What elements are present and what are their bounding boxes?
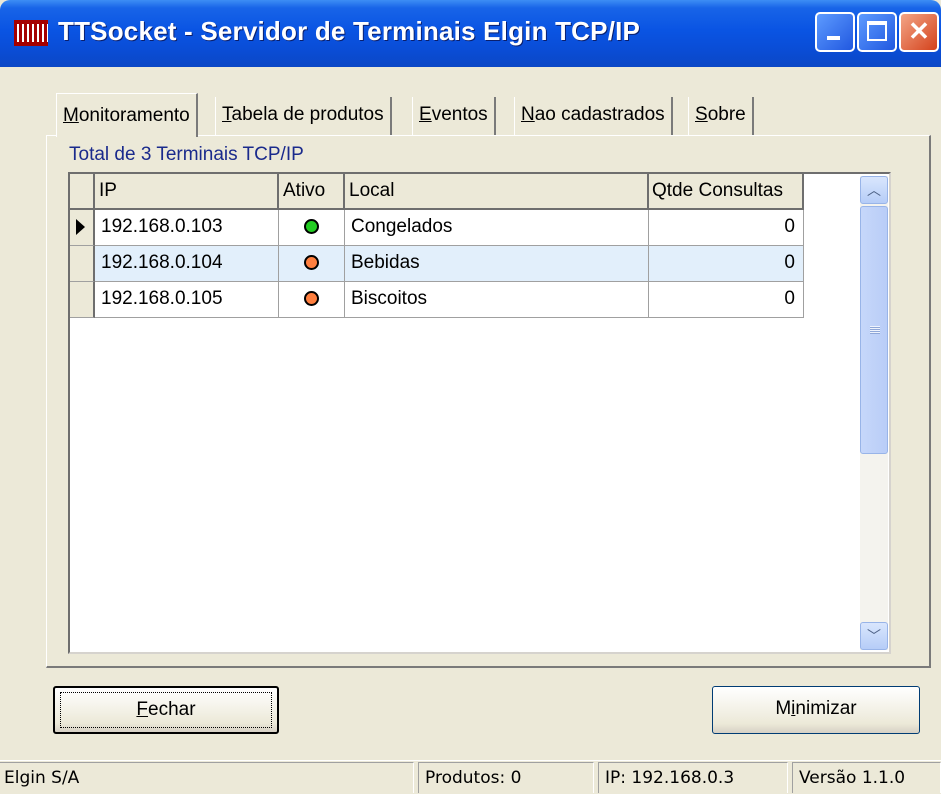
tab-label-accesskey: S [695, 104, 708, 125]
qtde-consultas-cell[interactable]: 0 [649, 210, 804, 246]
minimize-window-button[interactable] [815, 12, 855, 52]
ip-cell[interactable]: 192.168.0.104 [95, 246, 279, 282]
maximize-window-button[interactable] [857, 12, 897, 52]
qtde-consultas-cell[interactable]: 0 [649, 282, 804, 318]
status-version: Versão 1.1.0 [792, 762, 941, 793]
chevron-down-icon: ﹀ [867, 628, 881, 644]
tab-nao-cadastrados[interactable]: Nao cadastrados [514, 97, 673, 135]
ip-cell[interactable]: 192.168.0.103 [95, 210, 279, 246]
scroll-down-button[interactable]: ﹀ [860, 622, 888, 650]
column-header-ativo[interactable]: Ativo [279, 174, 345, 210]
focus-rectangle [60, 692, 272, 728]
ativo-cell[interactable] [279, 210, 345, 246]
button-label: nimizar [795, 698, 857, 719]
ativo-cell[interactable] [279, 282, 345, 318]
chevron-up-icon: ︿ [867, 182, 881, 198]
local-cell[interactable]: Biscoitos [345, 282, 649, 318]
tab-label: abela de produtos [231, 104, 384, 125]
tab-label: ao cadastrados [534, 104, 665, 125]
ativo-cell[interactable] [279, 246, 345, 282]
tab-label: onitoramento [78, 105, 190, 126]
scroll-thumb[interactable] [860, 206, 888, 454]
status-products: Produtos: 0 [418, 762, 594, 793]
minimizar-button[interactable]: Minimizar [712, 686, 920, 734]
button-label: M [775, 698, 792, 719]
tab-label-accesskey: M [63, 105, 79, 126]
tab-sobre[interactable]: Sobre [688, 97, 754, 135]
row-indicator[interactable] [70, 210, 95, 246]
ip-cell[interactable]: 192.168.0.105 [95, 282, 279, 318]
grip-icon [870, 326, 880, 334]
tab-label: ventos [431, 104, 488, 125]
close-icon: ✕ [908, 16, 930, 46]
window-title: TTSocket - Servidor de Terminais Elgin T… [58, 16, 641, 46]
terminal-count-label: Total de 3 Terminais TCP/IP [69, 144, 304, 165]
tab-label-accesskey: N [521, 104, 535, 125]
local-cell[interactable]: Congelados [345, 210, 649, 246]
tab-label-accesskey: T [222, 104, 232, 125]
column-header-qtde-consultas[interactable]: Qtde Consultas [649, 174, 804, 210]
scroll-up-button[interactable]: ︿ [860, 176, 888, 204]
current-row-arrow-icon [76, 219, 85, 235]
minimize-icon [827, 36, 840, 40]
tab-tabela-de-produtos[interactable]: Tabela de produtos [215, 97, 392, 135]
vertical-scrollbar[interactable]: ︿ ﹀ [860, 176, 888, 650]
tab-eventos[interactable]: Eventos [412, 97, 496, 135]
status-ip: IP: 192.168.0.3 [598, 762, 788, 793]
row-indicator[interactable] [70, 282, 95, 318]
tab-monitoramento[interactable]: Monitoramento [56, 93, 198, 137]
status-company: Elgin S/A [0, 762, 414, 793]
header-indicator [70, 174, 95, 210]
tab-label-accesskey: E [419, 104, 432, 125]
local-cell[interactable]: Bebidas [345, 246, 649, 282]
maximize-icon [867, 21, 887, 41]
fechar-button[interactable]: Fechar [53, 686, 279, 734]
column-header-local[interactable]: Local [345, 174, 649, 210]
status-dot-icon [304, 255, 319, 271]
tab-label: obre [707, 104, 746, 125]
title-bar[interactable]: TTSocket - Servidor de Terminais Elgin T… [0, 0, 941, 67]
column-header-ip[interactable]: IP [95, 174, 279, 210]
close-window-button[interactable]: ✕ [899, 12, 939, 52]
row-indicator[interactable] [70, 246, 95, 282]
barcode-icon [14, 20, 48, 46]
status-dot-icon [304, 291, 319, 307]
terminals-grid[interactable]: IP Ativo Local Qtde Consultas 192.168.0.… [68, 172, 891, 654]
status-dot-icon [304, 219, 319, 235]
qtde-consultas-cell[interactable]: 0 [649, 246, 804, 282]
